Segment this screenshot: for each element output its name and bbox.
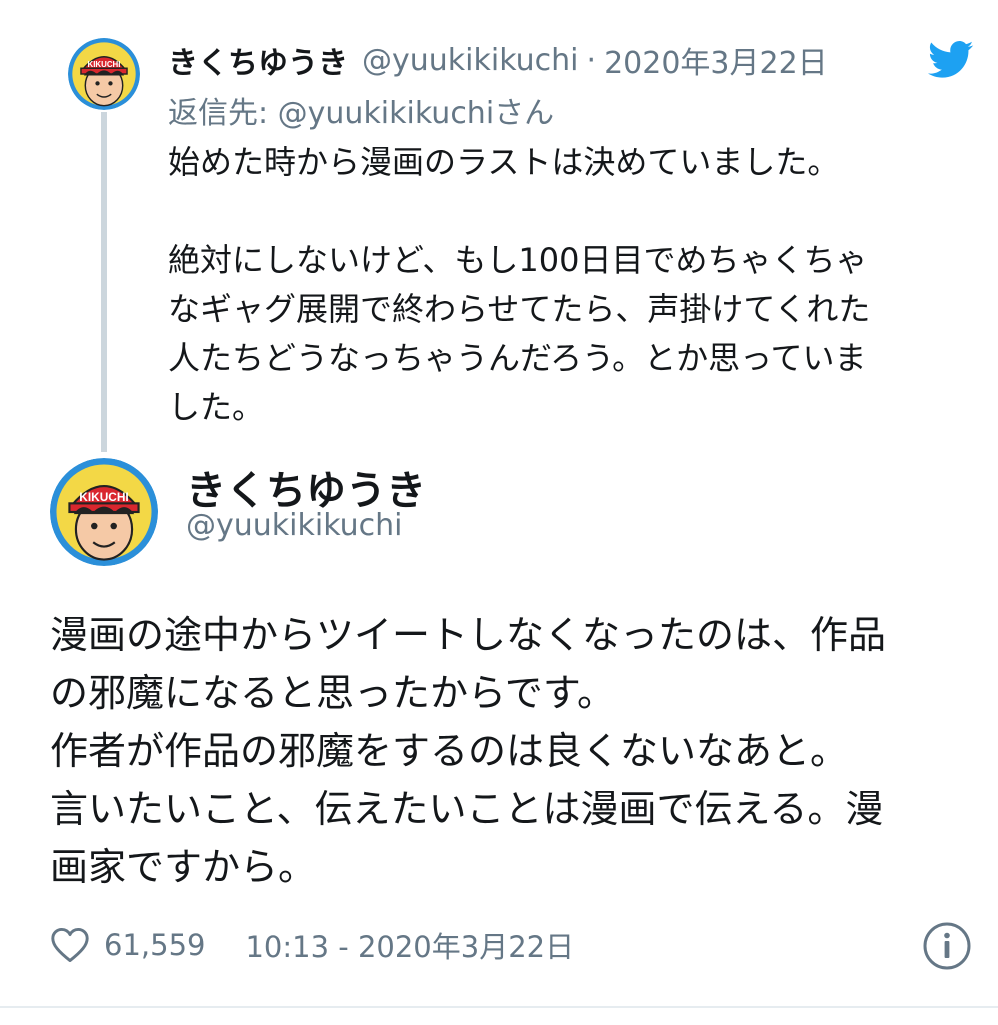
reply-tweet-text: 始めた時から漫画のラストは決めていました。 絶対にしないけど、もし100日目でめ… [168, 143, 871, 426]
info-icon[interactable] [922, 921, 972, 971]
tweet-footer: 61,559 10:13 - 2020年3月22日 [50, 920, 574, 970]
reply-to-line: 返信先: @yuukikikuchiさん [168, 88, 554, 132]
main-avatar[interactable]: KIKUCHI [50, 458, 158, 566]
avatar-cap-text: KIKUCHI [88, 60, 121, 69]
reply-tweet-header: きくちゆうき @yuukikikuchi · 2020年3月22日 [168, 38, 828, 82]
avatar-cap-text: KIKUCHI [79, 490, 128, 504]
avatar-illustration: KIKUCHI [68, 38, 140, 110]
reply-date[interactable]: 2020年3月22日 [604, 38, 828, 82]
reply-avatar[interactable]: KIKUCHI [68, 38, 140, 110]
reply-to-prefix: 返信先: [168, 96, 278, 131]
avatar-illustration: KIKUCHI [50, 458, 158, 566]
main-handle[interactable]: @yuukikikuchi [186, 508, 403, 543]
reply-display-name[interactable]: きくちゆうき [168, 38, 348, 82]
reply-to-suffix: さん [494, 96, 555, 131]
like-count[interactable]: 61,559 [104, 928, 205, 962]
bottom-divider [0, 1006, 998, 1008]
reply-separator: · [586, 42, 597, 78]
main-tweet-text: 漫画の途中からツイートしなくなったのは、作品 の邪魔になると思ったからです。 作… [50, 613, 887, 889]
heart-icon[interactable] [50, 927, 90, 963]
thread-connector-line [101, 112, 107, 452]
reply-handle[interactable]: @yuukikikuchi [362, 43, 579, 78]
reply-to-handle[interactable]: @yuukikikuchi [278, 96, 495, 131]
twitter-bird-icon[interactable] [928, 40, 974, 80]
tweet-timestamp[interactable]: 10:13 - 2020年3月22日 [245, 924, 574, 966]
